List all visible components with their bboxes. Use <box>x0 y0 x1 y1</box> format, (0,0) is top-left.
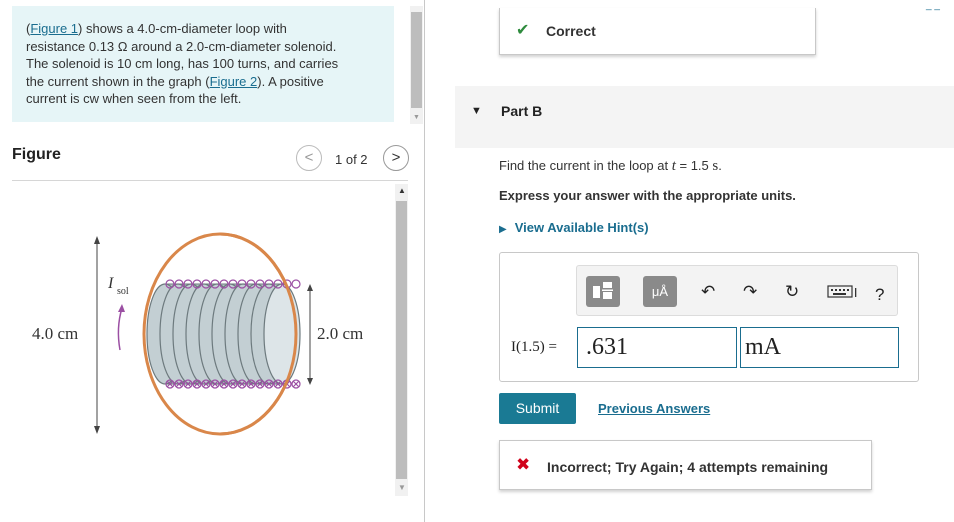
arrowhead-up-icon <box>307 284 313 291</box>
collapse-triangle-icon[interactable]: ▼ <box>471 105 482 117</box>
corner-link-fragment[interactable]: _ _ <box>926 0 940 11</box>
problem-line3: The solenoid is 10 cm long, has 100 turn… <box>26 56 339 71</box>
scroll-up-arrow-icon[interactable]: ▲ <box>398 186 406 195</box>
chevron-right-icon: > <box>391 149 401 166</box>
arrowhead-up-icon <box>94 236 100 244</box>
answer-unit-input[interactable]: mA <box>740 327 899 368</box>
expand-triangle-icon: ▶ <box>499 224 507 235</box>
scroll-down-arrow-icon[interactable]: ▼ <box>413 114 420 121</box>
problem-line2: resistance 0.13 Ω around a 2.0-cm-diamet… <box>26 38 337 54</box>
close-x-icon: ✖ <box>516 455 531 474</box>
templates-button[interactable] <box>586 276 620 307</box>
question-mid: = 1.5 <box>675 158 713 173</box>
answer-value-input[interactable]: .631 <box>577 327 737 368</box>
view-hints-label[interactable]: View Available Hint(s) <box>515 220 649 235</box>
part-label: Part B <box>501 103 543 119</box>
solenoid-diameter-label: 2.0 cm <box>317 324 363 343</box>
figure-2-link[interactable]: Figure 2 <box>210 74 258 89</box>
incorrect-feedback: ✖ Incorrect; Try Again; 4 attempts remai… <box>499 440 872 490</box>
problem-line1: ) shows a 4.0-cm-diameter loop with <box>78 21 287 36</box>
arrowhead-down-icon <box>94 426 100 434</box>
arrowhead-icon <box>118 304 125 312</box>
undo-icon[interactable]: ↶ <box>701 282 715 302</box>
arrowhead-down-icon <box>307 378 313 385</box>
part-header[interactable]: ▼ Part B <box>455 86 954 148</box>
answer-label: I(1.5) = <box>511 339 557 355</box>
correct-text: Correct <box>546 23 596 39</box>
next-figure-button[interactable]: > <box>383 145 409 171</box>
problem-line4b: ). A positive <box>257 73 324 89</box>
templates-icon <box>593 282 613 299</box>
redo-icon[interactable]: ↷ <box>743 282 757 302</box>
instruction-text: Express your answer with the appropriate… <box>499 188 796 203</box>
problem-line4a: the current shown in the graph ( <box>26 73 210 89</box>
reset-icon[interactable]: ↻ <box>785 282 799 302</box>
current-label: I <box>107 275 114 292</box>
correct-feedback: ✔ Correct <box>499 8 816 55</box>
scroll-down-arrow-icon[interactable]: ▼ <box>398 483 406 492</box>
figure-1-link[interactable]: Figure 1 <box>30 21 78 36</box>
current-direction-arrow <box>117 307 123 351</box>
units-button[interactable]: μÅ <box>643 276 677 307</box>
left-pane: (Figure 1) shows a 4.0-cm-diameter loop … <box>0 0 425 522</box>
math-toolbar: μÅ ↶ ↷ ↻ ? <box>576 265 898 316</box>
submit-button[interactable]: Submit <box>499 393 576 424</box>
previous-answers-link[interactable]: Previous Answers <box>598 401 710 416</box>
figure-page-count: 1 of 2 <box>335 152 368 167</box>
problem-scrollbar[interactable]: ▼ <box>410 6 423 124</box>
previous-figure-button[interactable]: < <box>296 145 322 171</box>
question-text: Find the current in the loop at t = 1.5 … <box>499 158 722 175</box>
current-subscript: sol <box>117 286 129 297</box>
checkmark-icon: ✔ <box>516 22 530 39</box>
question-end: . <box>718 158 722 173</box>
problem-scroll-thumb[interactable] <box>411 12 422 108</box>
figure-scrollbar[interactable]: ▲ ▼ <box>395 184 408 496</box>
figure-divider <box>12 180 408 181</box>
problem-line5: current is cw when seen from the left. <box>26 91 242 106</box>
help-button[interactable]: ? <box>875 285 884 305</box>
figure-scroll-thumb[interactable] <box>396 201 407 479</box>
problem-statement: (Figure 1) shows a 4.0-cm-diameter loop … <box>12 6 394 122</box>
view-hints-link[interactable]: ▶ View Available Hint(s) <box>499 220 649 235</box>
keyboard-icon[interactable] <box>827 285 859 299</box>
solenoid-loop-figure: 4.0 cm I sol 2.0 cm <box>32 232 363 436</box>
question-before: Find the current in the loop at <box>499 158 672 173</box>
chevron-left-icon: < <box>304 149 314 166</box>
incorrect-text: Incorrect; Try Again; 4 attempts remaini… <box>547 459 829 475</box>
figure-title: Figure <box>12 146 61 163</box>
loop-diameter-label: 4.0 cm <box>32 324 78 343</box>
